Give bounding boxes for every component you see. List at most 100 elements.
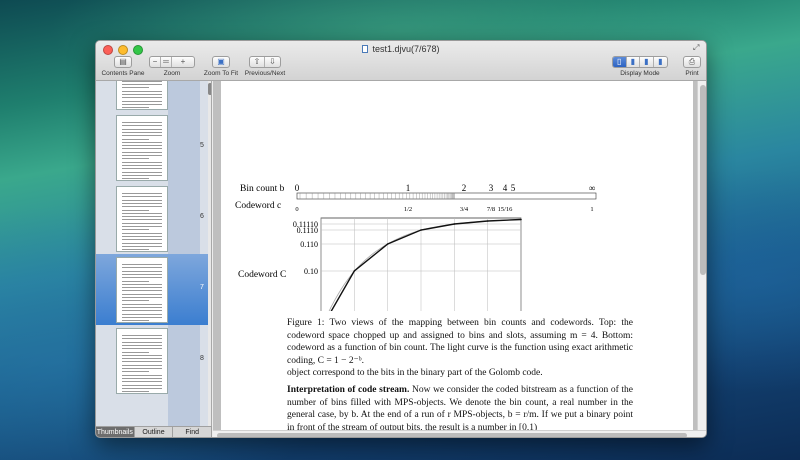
thumbnail-text-line — [122, 351, 149, 353]
codeword-point — [420, 229, 422, 231]
thumbnail-text-line — [122, 391, 149, 393]
thumbnail-text-line — [122, 141, 162, 143]
thumbnail-text-line — [122, 202, 162, 204]
codeword-point — [353, 270, 356, 272]
previous-next-label: Previous/Next — [244, 70, 286, 77]
bin-count-tick: 2 — [462, 183, 467, 193]
thumbnail-item[interactable]: 4 — [96, 81, 208, 112]
thumbnail-text-line — [122, 219, 162, 221]
page-thumbnail — [116, 328, 168, 394]
thumbnail-text-line — [122, 81, 162, 82]
thumbnail-text-line — [122, 164, 162, 166]
thumbnail-text-line — [122, 174, 162, 176]
next-page-icon[interactable]: ⇩ — [265, 57, 280, 67]
zoom-actual-icon[interactable]: ═ — [161, 57, 172, 67]
thumbnail-text-line — [122, 212, 162, 214]
zoom-to-fit-button[interactable]: ▣ — [212, 56, 230, 68]
thumbnail-text-line — [122, 199, 162, 201]
thumbnail-text-line — [122, 306, 162, 308]
bin-count-axis-label: Bin count b — [240, 184, 285, 194]
thumbnail-text-line — [122, 216, 162, 218]
single-page-mode-icon[interactable]: ▯ — [613, 57, 627, 67]
codeword-point — [486, 220, 489, 222]
print-label: Print — [685, 70, 699, 77]
thumbnail-text-line — [122, 161, 162, 163]
zoom-to-fit-tool[interactable]: ▣ Zoom To Fit — [200, 56, 242, 77]
codeword-bar-outline — [296, 192, 597, 200]
thumbnail-page-number: 8 — [200, 355, 204, 362]
display-mode-label: Display Mode — [620, 70, 660, 77]
paragraph-2: Interpretation of code stream. Now we co… — [287, 384, 633, 430]
two-page-mode-icon[interactable]: ▮ — [640, 57, 654, 67]
fit-icon: ▣ — [217, 57, 225, 66]
print-tool[interactable]: ⎙ Print — [680, 56, 704, 77]
codeword-tick: 1/2 — [404, 206, 412, 213]
zoom-out-icon[interactable]: − — [150, 57, 161, 67]
thumbnail-text-line — [122, 297, 162, 298]
thumbnail-text-line — [122, 267, 162, 269]
bin-count-tick: 5 — [511, 183, 516, 193]
thumbnail-text-line — [122, 222, 162, 224]
thumbnail-text-line — [122, 313, 162, 315]
page-thumbnail — [116, 186, 168, 252]
tab-outline[interactable]: Outline — [135, 427, 174, 437]
page-thumbnail — [116, 257, 168, 323]
bin-count-tick: 4 — [503, 183, 508, 193]
thumbnail-text-line — [122, 377, 162, 379]
document-vertical-scrollbar-knob[interactable] — [700, 85, 706, 275]
thumbnail-text-line — [122, 242, 162, 244]
thumbnail-text-line — [122, 206, 162, 208]
thumbnail-text-line — [122, 151, 162, 153]
thumbnail-text-line — [122, 273, 162, 275]
tab-thumbnails[interactable]: Thumbnails — [96, 427, 135, 437]
thumbnail-text-line — [122, 368, 162, 369]
previous-page-icon[interactable]: ⇧ — [250, 57, 266, 67]
document-vertical-scrollbar[interactable] — [697, 81, 706, 430]
sidebar-scrollbar-knob[interactable] — [208, 83, 211, 95]
codeword-tick: 7/8 — [487, 206, 495, 213]
thumbnail-text-line — [122, 338, 162, 340]
thumbnail-item[interactable]: 5 — [96, 112, 208, 183]
document-horizontal-scrollbar[interactable] — [213, 430, 706, 437]
thumbnail-text-line — [122, 387, 162, 389]
print-button[interactable]: ⎙ — [683, 56, 701, 68]
tab-find[interactable]: Find — [173, 427, 213, 437]
codeword-point — [520, 218, 522, 221]
codeword-tick: 3/4 — [460, 206, 469, 213]
thumbnail-page-number: 7 — [200, 284, 204, 291]
document-view[interactable]: Bin count b 0 1 2 3 4 5 ∞ Codeword c 0 1/2 3/4 7/8 15… — [213, 81, 706, 437]
continuous-mode-icon[interactable]: ▮ — [627, 57, 641, 67]
contents-pane-tool[interactable]: ▤ Contents Pane — [100, 56, 146, 77]
thumbnail-text-line — [122, 145, 162, 147]
codeword-point — [453, 223, 456, 225]
display-mode-tool: ▯ ▮ ▮ ▮ Display Mode — [612, 56, 668, 77]
thumbnail-text-line — [122, 196, 162, 198]
thumbnail-text-line — [122, 168, 162, 170]
thumbnail-text-line — [122, 131, 162, 133]
bin-count-tick: ∞ — [589, 183, 595, 193]
page-thumbnail — [116, 115, 168, 181]
bin-count-tick: 3 — [489, 183, 494, 193]
paragraph-1: object correspond to the bits in the bin… — [287, 368, 543, 378]
document-horizontal-scrollbar-knob[interactable] — [217, 433, 687, 437]
thumbnail-text-line — [122, 348, 162, 350]
thumbnail-item[interactable]: 7 — [96, 254, 208, 325]
contents-pane-button[interactable]: ▤ — [114, 56, 132, 68]
previous-next-segmented-control: ⇧ ⇩ — [249, 56, 281, 68]
thumbnail-item[interactable]: 8 — [96, 325, 208, 396]
previous-next-tool: ⇧ ⇩ Previous/Next — [242, 56, 288, 77]
thumbnail-text-line — [122, 239, 162, 241]
two-page-continuous-mode-icon[interactable]: ▮ — [654, 57, 667, 67]
sidebar-tab-bar: Thumbnails Outline Find — [96, 426, 213, 437]
codeword-tick: 0 — [295, 206, 298, 213]
fullscreen-icon[interactable]: ⤢ — [693, 44, 701, 52]
thumbnail-text-line — [122, 171, 162, 173]
sidebar-scrollbar[interactable] — [208, 81, 211, 426]
zoom-in-icon[interactable]: + — [172, 57, 194, 67]
thumbnail-text-line — [122, 293, 162, 295]
thumbnail-item[interactable]: 6 — [96, 183, 208, 254]
thumbnail-text-line — [122, 354, 162, 356]
window-title: test1.djvu(7/678) — [96, 44, 706, 54]
title-bar: test1.djvu(7/678) ⤢ ▤ Contents Pane − ═ … — [96, 41, 706, 81]
thumbnail-text-line — [122, 125, 162, 127]
